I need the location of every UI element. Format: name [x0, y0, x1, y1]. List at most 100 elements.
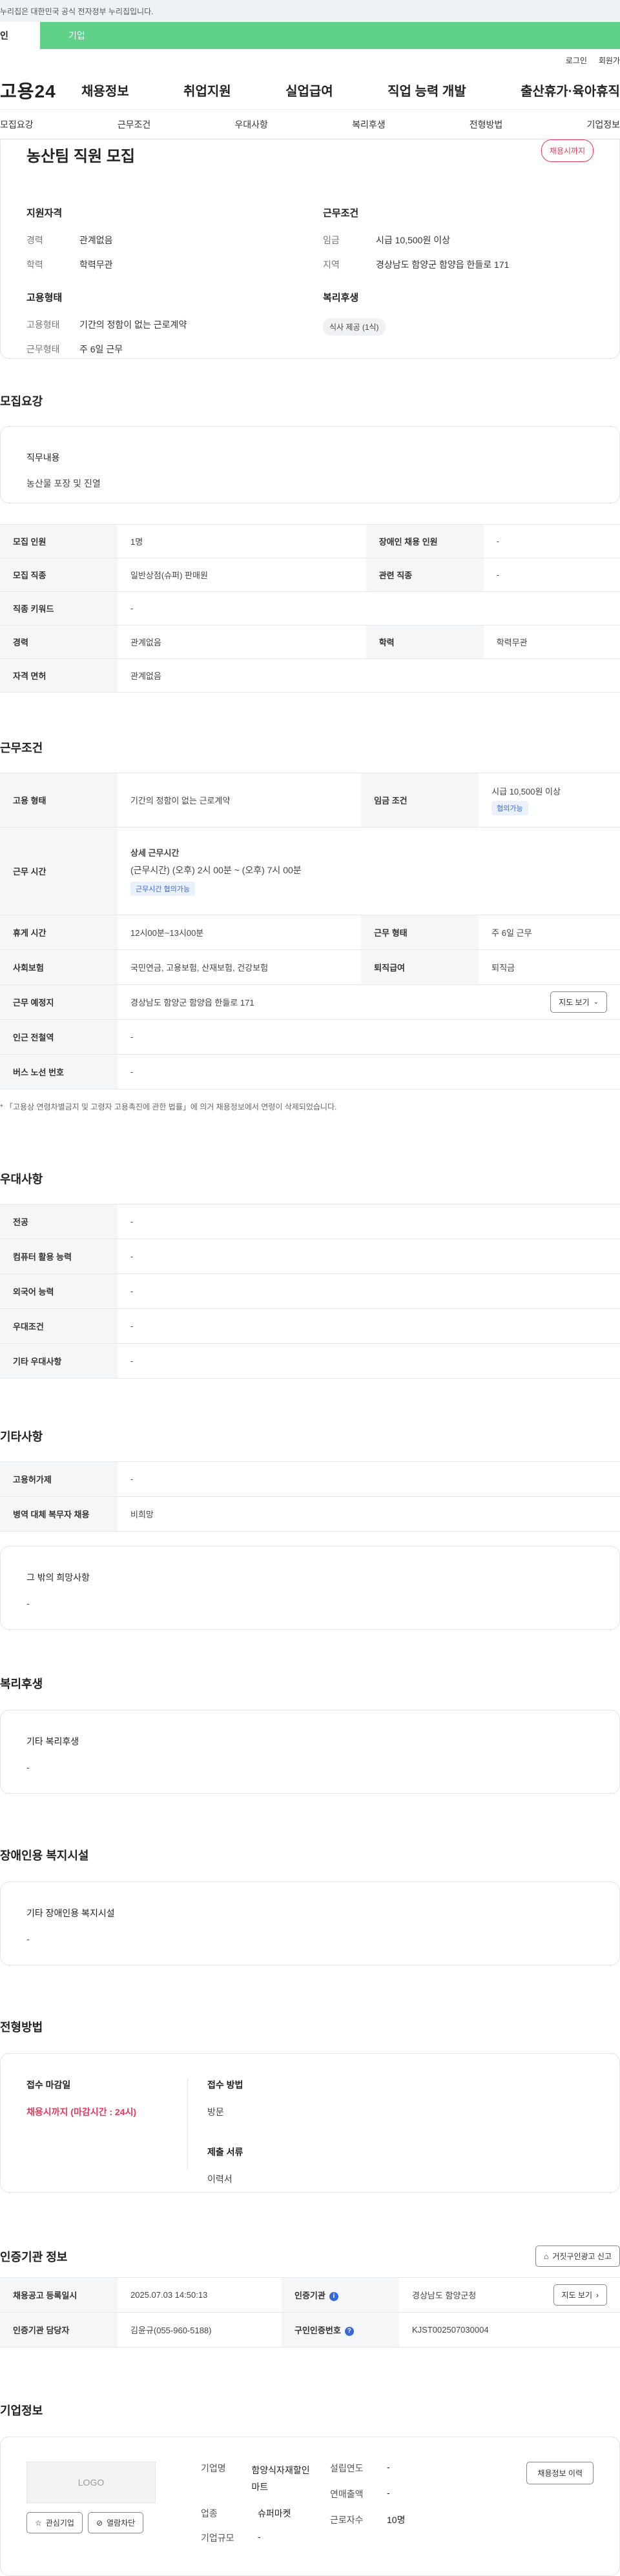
- qualification-title: 지원자격: [26, 208, 63, 219]
- table-row: 컴퓨터 활용 능력 -: [0, 1239, 620, 1274]
- table-row: 자격 면허 관계없음: [0, 658, 620, 693]
- employment-type-block: 고용형태 고용형태 기간의 정함이 없는 근로계약 근무형태 주 6일 근무: [26, 290, 297, 367]
- agency-section: 인증기관 정보 ⌂ 거짓구인광고 신고 채용공고 등록일시 2025.07.03 …: [0, 2246, 620, 2348]
- selection-box: 접수 마감일 채용시까지 (마감시간 : 24시) 접수 방법 방문 제출 서류…: [0, 2053, 620, 2193]
- hiring-history-button[interactable]: 채용정보 이력: [526, 2462, 594, 2484]
- report-fake-ad-button[interactable]: ⌂ 거짓구인광고 신고: [535, 2246, 620, 2267]
- user-type-tabs: 인 기업: [0, 22, 620, 49]
- wage-cell: 시급 10,500원 이상 협의가능: [479, 773, 620, 827]
- welfare-block: 복리후생 식사 제공 (1식): [323, 290, 594, 367]
- job-summary-card: 농산팀 직원 모집 채용시까지 지원자격 경력 관계없음 학력 학력무관 근무조건 …: [0, 139, 620, 359]
- disabled-facility-title: 장애인용 복지시설: [0, 1849, 89, 1862]
- computer-skill-label: 컴퓨터 활용 능력: [0, 1239, 118, 1274]
- gnb-item-jobs[interactable]: 채용정보: [81, 81, 129, 99]
- employment-permit-label: 고용허가제: [0, 1461, 118, 1497]
- work-type-value: 주 6일 근무: [79, 344, 123, 354]
- tab-selection[interactable]: 전형방법: [470, 118, 503, 131]
- negotiable-tag: 협의가능: [491, 801, 528, 815]
- table-row: 채용공고 등록일시 2025.07.03 14:50:13 인증기관 i 경상남도…: [0, 2277, 620, 2313]
- table-row: 인증기관 담당자 김윤규(055-960-5188) 구인인증번호? KJST0…: [0, 2312, 620, 2348]
- tab-recruit[interactable]: 모집요강: [0, 118, 34, 131]
- info-icon[interactable]: ?: [344, 2326, 354, 2336]
- license-label: 자격 면허: [0, 658, 118, 693]
- industry-value: 슈퍼마켓: [258, 2508, 291, 2519]
- docs-label: 제출 서류: [207, 2147, 243, 2157]
- military-service-label: 병역 대체 복무자 채용: [0, 1496, 118, 1532]
- page-title: 농산팀 직원 모집: [26, 148, 135, 165]
- industry-label: 업종: [201, 2508, 218, 2519]
- gnb-item-employment-support[interactable]: 취업지원: [183, 81, 231, 99]
- company-section: 기업정보 LOGO ☆ 관심기업 ⊘ 열람차단 기업명 함양식자재할인마트 업종 슈퍼마…: [0, 2402, 620, 2576]
- related-occupation-value: -: [483, 558, 620, 592]
- tab-welfare[interactable]: 복리후생: [352, 118, 386, 131]
- agency-map-label: 지도 보기: [561, 2291, 593, 2300]
- education-label: 학력: [26, 259, 43, 270]
- login-link[interactable]: 로그인: [566, 55, 587, 66]
- info-icon[interactable]: i: [329, 2291, 338, 2301]
- subway-label: 인근 전철역: [0, 1019, 118, 1055]
- occupation-label: 모집 직종: [0, 558, 118, 592]
- region-label: 지역: [323, 259, 340, 270]
- join-link[interactable]: 회원가: [599, 55, 620, 66]
- table-row: 모집 인원 1명 장애인 채용 인원 -: [0, 524, 620, 558]
- other-welfare-value: -: [26, 1762, 30, 1772]
- disabled-facility-value: -: [26, 1934, 30, 1944]
- agency-map-button[interactable]: 지도 보기 ›: [553, 2284, 607, 2306]
- favorite-company-button[interactable]: ☆ 관심기업: [26, 2512, 83, 2533]
- home-icon: ⌂: [544, 2251, 549, 2261]
- block-view-button[interactable]: ⊘ 열람차단: [87, 2512, 144, 2533]
- related-occupation-label: 관련 직종: [366, 558, 484, 592]
- block-icon: ⊘: [96, 2518, 103, 2528]
- tab-work-conditions[interactable]: 근무조건: [118, 118, 151, 131]
- gnb-item-leave[interactable]: 출산휴가·육아휴직: [521, 81, 620, 99]
- table-row: 사회보험 국민연금, 고용보험, 산재보험, 건강보험 퇴직급여 퇴직금: [0, 949, 620, 985]
- company-name-label: 기업명: [201, 2463, 226, 2473]
- table-row: 고용 형태 기간의 정함이 없는 근로계약 임금 조건 시급 10,500원 이…: [0, 773, 620, 827]
- table-row: 기타 우대사항 -: [0, 1343, 620, 1379]
- history-button-area: 채용정보 이력: [526, 2462, 594, 2551]
- other-preference-value: -: [118, 1343, 620, 1379]
- duty-label: 직무내용: [26, 452, 60, 463]
- agency-value: 경상남도 함양군청: [412, 2291, 477, 2300]
- top-notice-bar: 누리집은 대한민국 공식 전자정부 누리집입니다.: [0, 0, 620, 22]
- insurance-value: 국민연금, 고용보험, 산재보험, 건강보험: [118, 949, 362, 985]
- gnb-item-unemployment[interactable]: 실업급여: [285, 81, 333, 99]
- global-nav: 고용24 채용정보 취업지원 실업급여 직업 능력 개발 출산휴가·육아휴직: [0, 71, 620, 110]
- detail-hours-heading: 상세 근무시간: [130, 848, 180, 858]
- company-logo-area: LOGO ☆ 관심기업 ⊘ 열람차단: [26, 2462, 162, 2551]
- other-wishes-label: 그 밖의 희망사항: [26, 1572, 90, 1583]
- tab-individual[interactable]: 인: [0, 22, 40, 49]
- posted-at-value: 2025.07.03 14:50:13: [118, 2277, 282, 2313]
- career-label: 경력: [26, 235, 43, 245]
- conditions-title: 근무조건: [323, 208, 359, 219]
- tab-preference[interactable]: 우대사항: [234, 118, 268, 131]
- agency-manager-label: 인증기관 담당자: [0, 2312, 118, 2348]
- work-table: 고용 형태 기간의 정함이 없는 근로계약 임금 조건 시급 10,500원 이…: [0, 773, 620, 1090]
- retirement-label: 퇴직급여: [361, 949, 479, 985]
- employment-permit-value: -: [118, 1461, 620, 1497]
- preference-condition-label: 우대조건: [0, 1308, 118, 1344]
- disabled-headcount-label: 장애인 채용 인원: [366, 524, 484, 558]
- etc-title: 기타사항: [0, 1430, 43, 1443]
- site-logo[interactable]: 고용24: [0, 77, 81, 103]
- table-row: 모집 직종 일반상점(슈퍼) 판매원 관련 직종 -: [0, 558, 620, 592]
- gnb-item-skills[interactable]: 직업 능력 개발: [388, 81, 466, 99]
- break-value: 12시00분~13시00분: [118, 915, 362, 950]
- company-title: 기업정보: [0, 2404, 43, 2417]
- table-row: 경력 관계없음 학력 학력무관: [0, 625, 620, 659]
- agency-cell: 경상남도 함양군청 지도 보기 ›: [399, 2277, 620, 2313]
- other-welfare-box: 기타 복리후생 -: [0, 1710, 620, 1794]
- keyword-label: 직종 키워드: [0, 591, 118, 625]
- tab-company-info[interactable]: 기업정보: [586, 118, 620, 131]
- docs-value: 이력서: [207, 2174, 232, 2184]
- subway-value: -: [118, 1019, 620, 1055]
- agency-label-cell: 인증기관 i: [282, 2277, 400, 2313]
- disabled-facility-box: 기타 장애인용 복지시설 -: [0, 1881, 620, 1965]
- posted-at-label: 채용공고 등록일시: [0, 2277, 118, 2313]
- cert-number-label: 구인인증번호: [294, 2326, 341, 2335]
- retirement-value: 퇴직금: [479, 949, 620, 985]
- tab-company[interactable]: 기업: [40, 22, 620, 49]
- duty-value: 농산물 포장 및 진열: [26, 478, 101, 489]
- recruit-table: 모집 인원 1명 장애인 채용 인원 - 모집 직종 일반상점(슈퍼) 판매원 …: [0, 524, 620, 693]
- map-button[interactable]: 지도 보기 ⌄: [550, 991, 607, 1013]
